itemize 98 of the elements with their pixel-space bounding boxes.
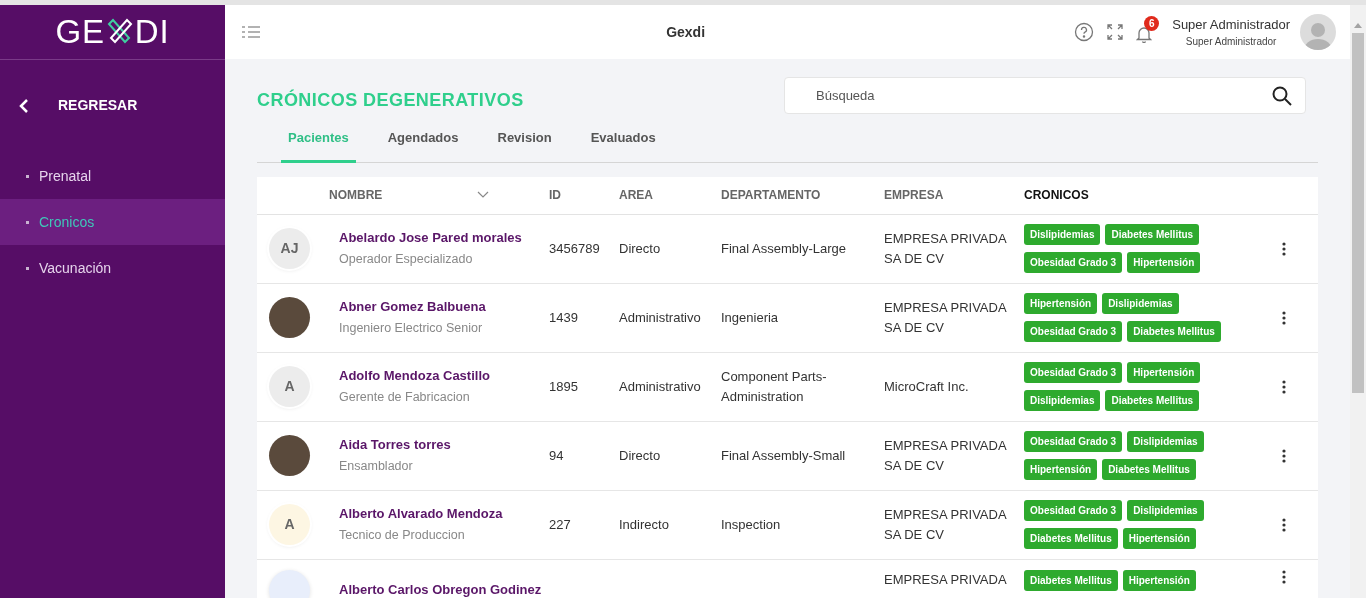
company: EMPRESA PRIVADA SA DE CV xyxy=(884,230,1006,266)
sidebar-item[interactable]: Vacunación xyxy=(0,245,225,291)
avatar: AJ xyxy=(269,228,310,269)
tab[interactable]: Evaluados xyxy=(583,128,663,163)
more-options-icon[interactable] xyxy=(1282,379,1286,394)
condition-tag: Obesidad Grado 3 xyxy=(1024,321,1123,342)
user-role: Super Administrador xyxy=(1185,35,1277,50)
department: Component Parts-Administration xyxy=(721,368,827,404)
patient-id: 3456789 xyxy=(549,240,600,256)
more-options-icon[interactable] xyxy=(1282,310,1286,325)
condition-tag: Dislipidemias xyxy=(1102,293,1179,314)
condition-tag: Hipertensión xyxy=(1024,459,1098,480)
condition-tag: Diabetes Mellitus xyxy=(1024,569,1118,591)
sidebar-item[interactable]: Prenatal xyxy=(0,153,225,199)
patient-role: Ensamblador xyxy=(339,458,414,476)
condition-tag: Diabetes Mellitus xyxy=(1105,224,1200,245)
column-header: CRONICOS xyxy=(1024,188,1089,202)
condition-tag: Hipertensión xyxy=(1122,528,1196,549)
department: Ingenieria xyxy=(721,309,779,325)
notification-count: 6 xyxy=(1144,16,1160,31)
patient-role: Gerente de Fabricacion xyxy=(339,389,471,407)
condition-tag: Hipertensión xyxy=(1024,293,1098,314)
user-name: Super Administrador xyxy=(1172,15,1290,34)
condition-tag: Obesidad Grado 3 xyxy=(1024,362,1123,383)
condition-tag: Diabetes Mellitus xyxy=(1105,390,1200,411)
department: Inspection xyxy=(721,516,781,532)
patient-id: 227 xyxy=(549,516,571,532)
search-input[interactable]: Búsqueda xyxy=(816,85,1272,106)
condition-tag: Hipertensión xyxy=(1127,362,1201,383)
help-icon[interactable] xyxy=(1074,22,1095,42)
patient-area: Administrativo xyxy=(619,309,701,325)
bullet-icon xyxy=(26,220,29,224)
condition-tag: Dislipidemias xyxy=(1127,500,1204,521)
bullet-icon xyxy=(26,266,29,270)
patient-id: 1439 xyxy=(549,309,578,325)
patient-area: Indirecto xyxy=(619,516,669,532)
avatar: A xyxy=(269,366,310,407)
patient-id: 1895 xyxy=(549,378,578,394)
patient-id: 94 xyxy=(549,447,564,463)
condition-tag: Hipertensión xyxy=(1122,569,1196,591)
condition-tag: Obesidad Grado 3 xyxy=(1024,431,1123,452)
avatar: A xyxy=(269,504,310,545)
condition-tag: Dislipidemias xyxy=(1024,224,1101,245)
condition-tag: Diabetes Mellitus xyxy=(1102,459,1196,480)
search-field[interactable]: Búsqueda xyxy=(784,77,1306,114)
company: MicroCraft Inc. xyxy=(884,378,969,394)
patient-area: Administrativo xyxy=(619,378,701,394)
sidebar-item[interactable]: Cronicos xyxy=(0,199,225,245)
patient-role: Ingeniero Electrico Senior xyxy=(339,320,484,338)
chevron-down-icon[interactable] xyxy=(477,191,489,199)
condition-tag: Hipertensión xyxy=(1127,252,1201,273)
column-header: AREA xyxy=(619,188,653,202)
scrollbar-thumb[interactable] xyxy=(1352,33,1364,393)
more-options-icon[interactable] xyxy=(1282,448,1286,463)
more-options-icon[interactable] xyxy=(1282,569,1286,584)
patient-name[interactable]: Abner Gomez Balbuena xyxy=(339,296,486,317)
bell-icon[interactable] xyxy=(1136,25,1153,43)
patient-area: Directo xyxy=(619,240,661,256)
patient-role: Tecnico de Produccion xyxy=(339,527,466,545)
more-options-icon[interactable] xyxy=(1282,517,1286,532)
patient-name[interactable]: Aida Torres torres xyxy=(339,434,451,455)
page-title: CRÓNICOS DEGENERATIVOS xyxy=(257,88,524,112)
more-options-icon[interactable] xyxy=(1282,241,1286,256)
patient-name[interactable]: Abelardo Jose Pared morales xyxy=(339,227,522,248)
condition-tag: Obesidad Grado 3 xyxy=(1024,500,1123,521)
department: Final Assembly-Small xyxy=(721,447,846,463)
company: EMPRESA PRIVADA xyxy=(884,571,1007,587)
app-title: Gexdi xyxy=(665,22,707,42)
fullscreen-icon[interactable] xyxy=(1107,24,1124,40)
column-header: EMPRESA xyxy=(884,188,944,202)
patient-name[interactable]: Alberto Alvarado Mendoza xyxy=(339,503,503,524)
company: EMPRESA PRIVADA SA DE CV xyxy=(884,506,1006,542)
tab[interactable]: Agendados xyxy=(380,128,466,163)
tab[interactable]: Revision xyxy=(490,128,559,163)
back-button[interactable]: REGRESAR xyxy=(18,95,138,116)
patient-role: Operador Especializado xyxy=(339,251,474,269)
column-header: NOMBRE xyxy=(329,187,384,204)
bullet-icon xyxy=(26,174,29,178)
person-icon xyxy=(1304,20,1332,50)
company: EMPRESA PRIVADA SA DE CV xyxy=(884,437,1006,473)
photo-placeholder xyxy=(269,297,310,338)
condition-tag: Diabetes Mellitus xyxy=(1127,321,1221,342)
photo-placeholder xyxy=(269,435,310,476)
department: Final Assembly-Large xyxy=(721,240,846,256)
column-header: DEPARTAMENTO xyxy=(721,188,821,202)
logo: GE DI xyxy=(55,12,170,53)
chevron-left-icon xyxy=(18,97,30,114)
column-header: ID xyxy=(549,188,561,202)
patient-name[interactable]: Adolfo Mendoza Castillo xyxy=(339,365,490,386)
search-icon[interactable] xyxy=(1272,85,1292,106)
scrollbar[interactable] xyxy=(1350,5,1366,598)
condition-tag: Dislipidemias xyxy=(1024,390,1101,411)
condition-tag: Obesidad Grado 3 xyxy=(1024,252,1123,273)
patient-area: Directo xyxy=(619,447,661,463)
company: EMPRESA PRIVADA SA DE CV xyxy=(884,299,1006,335)
condition-tag: Dislipidemias xyxy=(1127,431,1204,452)
condition-tag: Diabetes Mellitus xyxy=(1024,528,1118,549)
patient-name[interactable]: Alberto Carlos Obregon Godinez xyxy=(339,580,542,598)
